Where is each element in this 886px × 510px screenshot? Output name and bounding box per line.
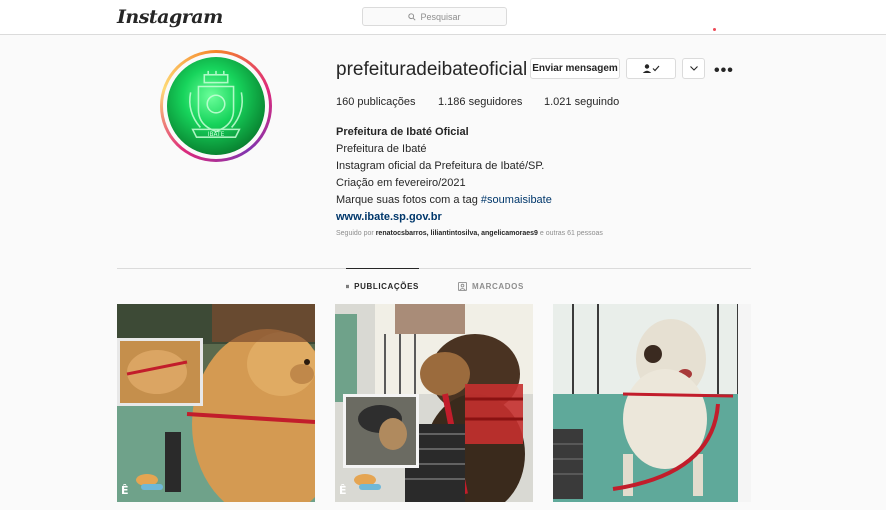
- svg-text:Ê: Ê: [339, 484, 347, 497]
- grid-icon: [346, 284, 350, 289]
- post-thumbnail[interactable]: Ê: [335, 304, 533, 502]
- golden-dog-photo: Ê: [117, 304, 315, 502]
- white-dog-photo: [553, 304, 751, 502]
- coat-of-arms-icon: IBATE: [189, 70, 243, 138]
- tagged-user-icon: [458, 281, 467, 291]
- instagram-logo[interactable]: Instagram: [117, 6, 223, 28]
- hashtag-link[interactable]: #soumaisibate: [481, 194, 552, 206]
- bio-line: Instagram oficial da Prefeitura de Ibaté…: [336, 160, 545, 172]
- followed-by-users: renatocsbarros, liliantintosilva, angeli…: [375, 230, 538, 237]
- followed-by-suffix: e outras 61 pessoas: [537, 230, 603, 237]
- user-check-icon: [642, 64, 660, 73]
- tab-posts-label: PUBLICAÇÕES: [354, 282, 419, 291]
- svg-text:Ê: Ê: [121, 484, 129, 497]
- municipal-seal-logo: IBATE: [167, 57, 265, 155]
- profile-full-name: Prefeitura de Ibaté Oficial: [336, 126, 469, 138]
- search-input[interactable]: Pesquisar: [362, 7, 507, 26]
- followers-count-link[interactable]: 1.186 seguidores: [438, 96, 522, 108]
- harnessed-dog-photo: Ê: [335, 304, 533, 502]
- svg-text:IBATE: IBATE: [208, 132, 225, 138]
- tab-tagged[interactable]: MARCADOS: [458, 268, 524, 304]
- bio-tag-prefix: Marque suas fotos com a tag: [336, 194, 481, 206]
- send-message-button[interactable]: Enviar mensagem: [530, 58, 620, 79]
- followed-by-prefix: Seguido por: [336, 230, 376, 237]
- following-count-link[interactable]: 1.021 seguindo: [544, 96, 619, 108]
- bio-line: Marque suas fotos com a tag #soumaisibat…: [336, 192, 552, 209]
- post-thumbnail[interactable]: Ê: [117, 304, 315, 502]
- more-options-icon[interactable]: •••: [714, 62, 734, 80]
- notification-dot: [713, 28, 716, 31]
- followed-by-text[interactable]: Seguido por renatocsbarros, liliantintos…: [336, 230, 603, 237]
- posts-count: 160 publicações: [336, 96, 416, 108]
- profile-bio: Prefeitura de Ibaté Oficial Prefeitura d…: [336, 124, 552, 226]
- search-placeholder: Pesquisar: [420, 11, 461, 22]
- profile-username: prefeituradeibateoficial: [336, 59, 528, 80]
- top-navigation-bar: Instagram Pesquisar: [0, 0, 886, 35]
- chevron-down-icon: [689, 66, 698, 71]
- following-button[interactable]: [626, 58, 676, 79]
- bio-line: Criação em fevereiro/2021: [336, 177, 466, 189]
- post-thumbnail[interactable]: [553, 304, 751, 502]
- bio-line: Prefeitura de Ibaté: [336, 143, 427, 155]
- profile-avatar[interactable]: IBATE: [160, 50, 272, 162]
- suggested-accounts-dropdown[interactable]: [682, 58, 705, 79]
- tab-tagged-label: MARCADOS: [472, 281, 524, 291]
- website-link[interactable]: www.ibate.sp.gov.br: [336, 209, 552, 226]
- tabs-divider: [117, 268, 751, 269]
- tab-posts[interactable]: PUBLICAÇÕES: [346, 268, 419, 304]
- search-icon: [408, 12, 417, 21]
